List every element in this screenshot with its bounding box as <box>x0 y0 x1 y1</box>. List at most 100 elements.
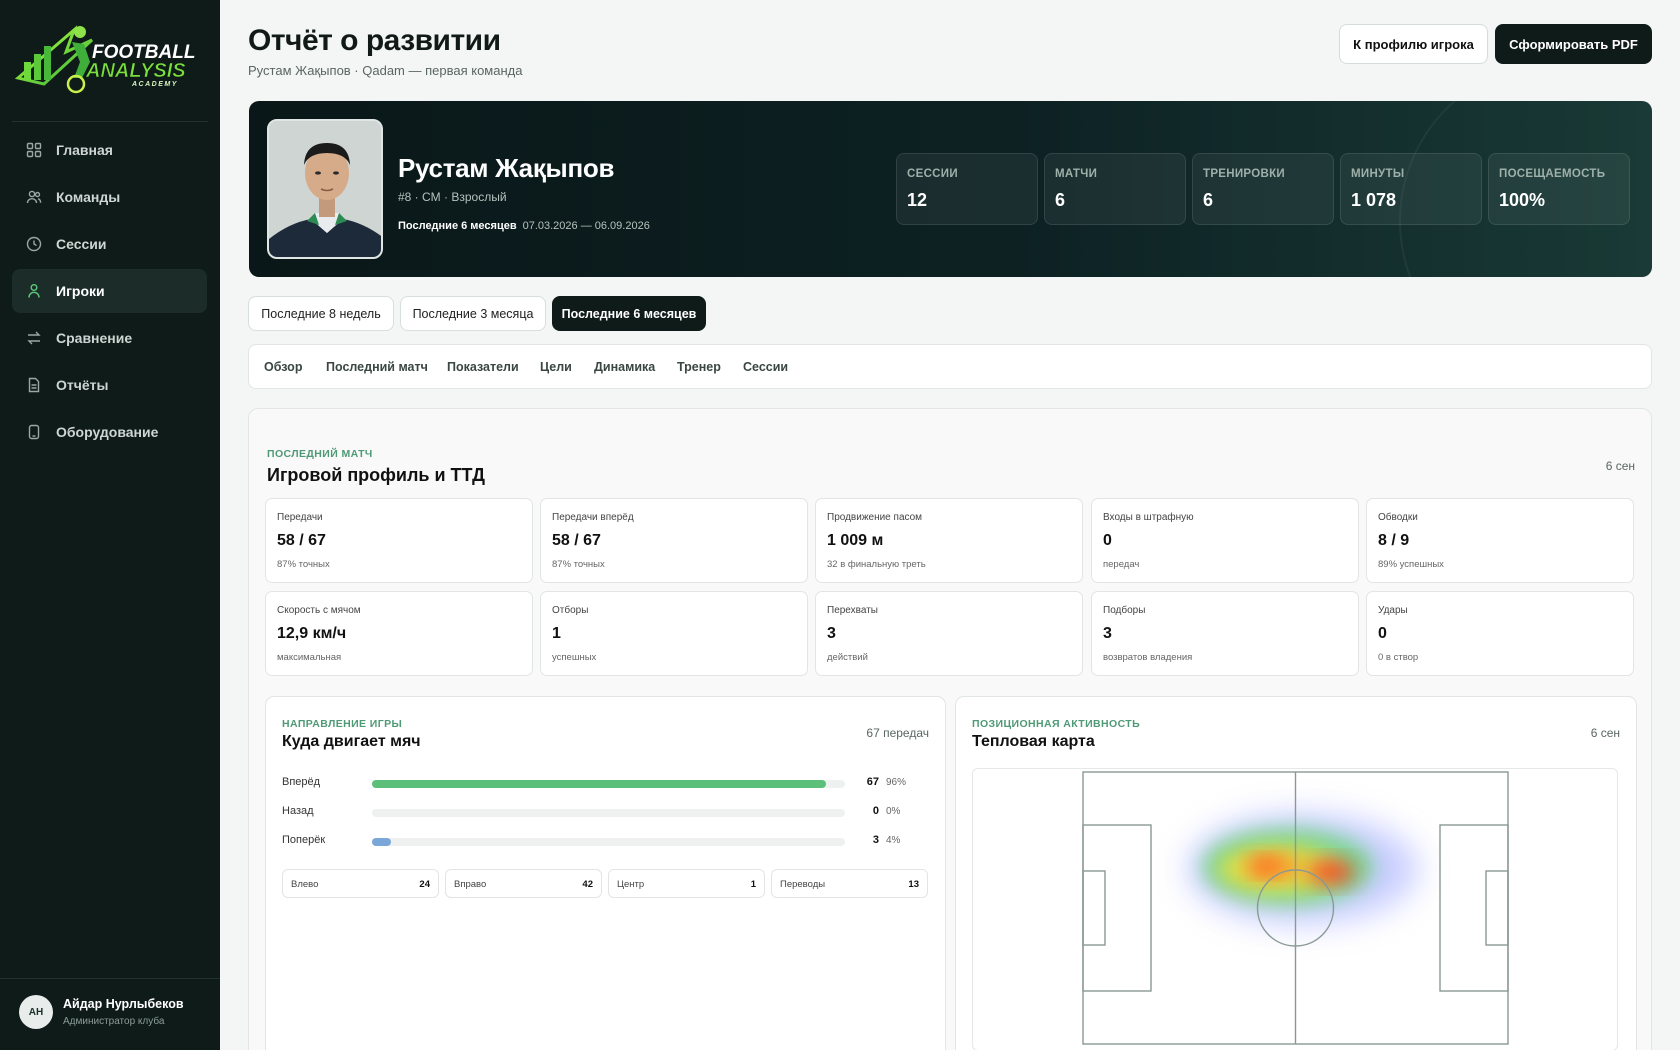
sidebar-item-label: Отчёты <box>56 377 109 393</box>
player-name: Рустам Жақыпов <box>398 153 615 183</box>
metric-label: Скорость с мячом <box>277 605 361 616</box>
period-label: Последние 6 месяцев <box>398 220 517 232</box>
metric-card-dribbles: Обводки 8 / 9 89% успешных <box>1366 498 1634 583</box>
section-title: Игровой профиль и ТТД <box>267 465 485 485</box>
user-profile[interactable]: АН Айдар Нурлыбеков Администратор клуба <box>19 995 184 1029</box>
metric-card-shots: Удары 0 0 в створ <box>1366 591 1634 676</box>
stat-matches: МАТЧИ 6 <box>1044 153 1186 225</box>
sidebar-item-compare[interactable]: Сравнение <box>12 316 207 360</box>
stat-value: 100% <box>1499 190 1546 210</box>
sidebar-nav: Главная Команды Сессии Игроки Сравнение … <box>12 128 207 457</box>
metric-label: Удары <box>1378 605 1408 616</box>
user-icon <box>28 284 40 298</box>
subnav-last-match[interactable]: Последний матч <box>326 360 428 374</box>
direction-row-forward: Вперёд 67 96% <box>282 773 932 793</box>
user-role: Администратор клуба <box>63 1016 165 1027</box>
direction-chip-center: Центр 1 <box>608 869 765 898</box>
metric-sub: 0 в створ <box>1378 652 1419 663</box>
direction-bar-fill <box>372 838 391 846</box>
section-eyebrow: ПОЗИЦИОННАЯ АКТИВНОСТЬ <box>972 718 1141 730</box>
pass-direction-card: НАПРАВЛЕНИЕ ИГРЫ Куда двигает мяч 67 пер… <box>265 696 946 1050</box>
metric-value: 1 009 м <box>827 532 884 549</box>
direction-row-backward: Назад 0 0% <box>282 802 932 822</box>
page-subtitle: Рустам Жақыпов · Qadam — первая команда <box>248 63 523 78</box>
sidebar-item-teams[interactable]: Команды <box>12 175 207 219</box>
direction-count: 0 <box>872 805 879 817</box>
grid-icon <box>26 142 42 158</box>
player-profile-button[interactable]: К профилю игрока <box>1339 24 1488 64</box>
stat-value: 6 <box>1203 190 1214 210</box>
player-hero-card: Рустам Жақыпов #8 · CM · Взрослый Послед… <box>249 101 1652 277</box>
period-tab-8-weeks[interactable]: Последние 8 недель <box>248 296 394 331</box>
metric-value: 58 / 67 <box>552 532 601 549</box>
stat-value: 1 078 <box>1351 190 1397 210</box>
metric-sub: передач <box>1103 559 1140 570</box>
chip-value: 13 <box>908 879 919 890</box>
sidebar-item-reports[interactable]: Отчёты <box>12 363 207 407</box>
chip-value: 42 <box>582 879 593 890</box>
metric-label: Подборы <box>1103 605 1146 616</box>
period-tab-6-months[interactable]: Последние 6 месяцев <box>552 296 706 331</box>
subnav-sessions[interactable]: Сессии <box>743 360 788 374</box>
page-title: Отчёт о развитии <box>248 24 501 57</box>
sidebar-item-label: Команды <box>56 189 121 205</box>
academy-logo[interactable]: FOOTBALL ANALYSIS ACADEMY <box>14 22 206 96</box>
metric-label: Перехваты <box>827 605 878 616</box>
subnav-metrics[interactable]: Показатели <box>447 360 519 374</box>
metric-sub: 87% точных <box>552 559 605 570</box>
metric-value: 1 <box>552 625 561 642</box>
metric-value: 58 / 67 <box>277 532 326 549</box>
generate-pdf-button[interactable]: Сформировать PDF <box>1495 24 1652 64</box>
metric-card-tackles: Отборы 1 успешных <box>540 591 808 676</box>
direction-bar-fill <box>372 780 827 788</box>
subnav-goals[interactable]: Цели <box>540 360 572 374</box>
sidebar-divider <box>12 121 208 122</box>
metric-card-forward-passes: Передачи вперёд 58 / 67 87% точных <box>540 498 808 583</box>
chip-label: Вправо <box>454 879 487 890</box>
direction-chip-left: Влево 24 <box>282 869 439 898</box>
metric-value: 12,9 км/ч <box>277 625 347 642</box>
sidebar-item-label: Сравнение <box>56 330 133 346</box>
stat-attendance: ПОСЕЩАЕМОСТЬ 100% <box>1488 153 1630 225</box>
pitch-lines <box>1082 771 1509 1045</box>
stat-sessions: СЕССИИ 12 <box>896 153 1038 225</box>
heat-blobs <box>1188 814 1418 924</box>
chip-value: 1 <box>750 879 756 890</box>
metric-card-passes: Передачи 58 / 67 87% точных <box>265 498 533 583</box>
metric-card-box-entries: Входы в штрафную 0 передач <box>1091 498 1359 583</box>
football-pitch-heatmap <box>1082 771 1509 1045</box>
stat-label: МАТЧИ <box>1055 168 1098 180</box>
metric-sub: действий <box>827 652 868 663</box>
compare-icon <box>27 331 41 345</box>
player-portrait-icon <box>269 121 381 257</box>
sidebar-item-home[interactable]: Главная <box>12 128 207 172</box>
sidebar-item-equipment[interactable]: Оборудование <box>12 410 207 454</box>
metric-sub: 89% успешных <box>1378 559 1444 570</box>
player-period: Последние 6 месяцев 07.03.2026 — 06.09.20… <box>398 220 650 232</box>
period-tab-3-months[interactable]: Последние 3 месяца <box>400 296 546 331</box>
metric-value: 0 <box>1378 625 1387 642</box>
sidebar-item-label: Сессии <box>56 236 107 252</box>
stat-label: ТРЕНИРОВКИ <box>1203 168 1285 180</box>
metric-sub: успешных <box>552 652 597 663</box>
subnav-coach[interactable]: Тренер <box>677 360 721 374</box>
last-match-panel: ПОСЛЕДНИЙ МАТЧ Игровой профиль и ТТД 6 с… <box>248 408 1652 1050</box>
metric-label: Передачи вперёд <box>552 512 634 523</box>
chip-label: Центр <box>617 879 645 890</box>
logo-emblem-icon: FOOTBALL ANALYSIS ACADEMY <box>14 25 195 94</box>
logo-text-analysis: ANALYSIS <box>85 60 186 82</box>
heatmap-card: ПОЗИЦИОННАЯ АКТИВНОСТЬ Тепловая карта 6 … <box>955 696 1637 1050</box>
subnav-dynamics[interactable]: Динамика <box>594 360 655 374</box>
direction-bar-track <box>372 809 845 817</box>
metric-value: 0 <box>1103 532 1112 549</box>
stat-minutes: МИНУТЫ 1 078 <box>1340 153 1482 225</box>
period-range: 07.03.2026 — 06.09.2026 <box>522 220 650 232</box>
heatmap-date: 6 сен <box>1590 726 1620 740</box>
sidebar-item-players[interactable]: Игроки <box>12 269 207 313</box>
subnav-overview[interactable]: Обзор <box>264 360 302 374</box>
chip-value: 24 <box>419 879 430 890</box>
sidebar-item-sessions[interactable]: Сессии <box>12 222 207 266</box>
stat-label: МИНУТЫ <box>1351 168 1405 180</box>
stat-trainings: ТРЕНИРОВКИ 6 <box>1192 153 1334 225</box>
direction-bar-track <box>372 838 845 846</box>
